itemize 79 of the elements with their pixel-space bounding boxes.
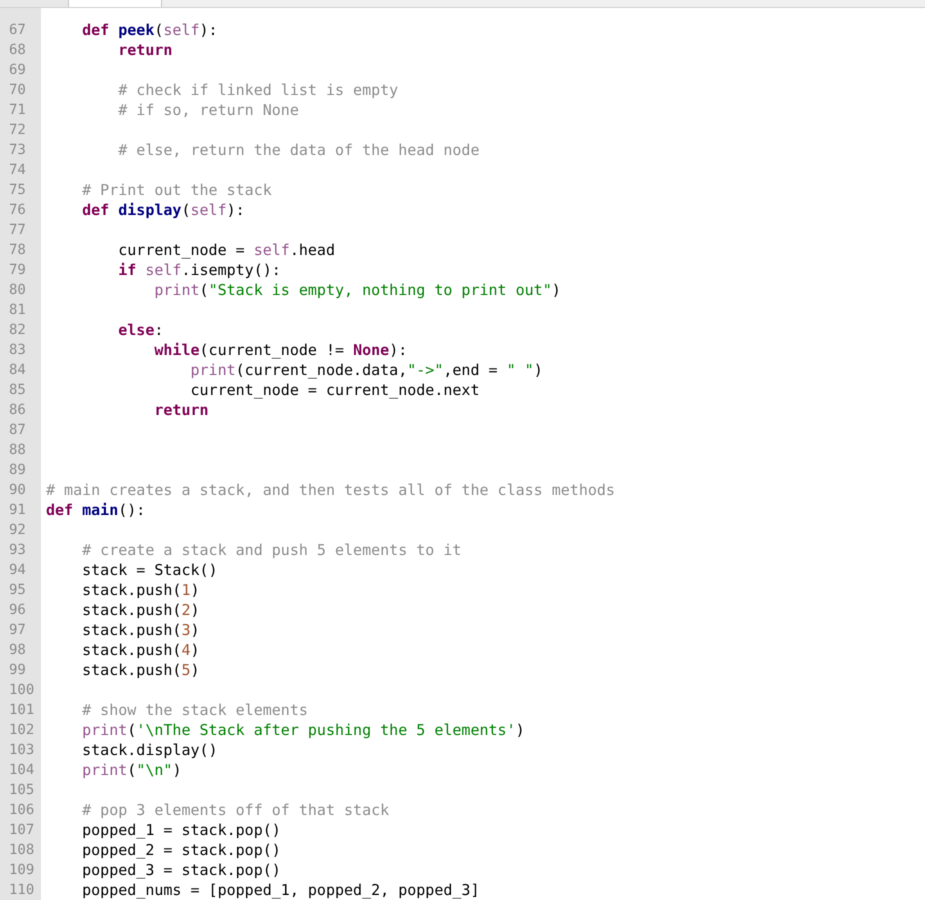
line-number: 88 bbox=[8, 441, 27, 460]
line-number: 70 bbox=[8, 81, 27, 100]
code-line: def peek(self): bbox=[81, 20, 218, 40]
line-number: 106 bbox=[8, 801, 36, 820]
code-line: stack.push(2) bbox=[81, 600, 200, 620]
line-number: 79 bbox=[8, 261, 27, 280]
line-number: 104 bbox=[8, 761, 36, 780]
code-line: # show the stack elements bbox=[81, 700, 308, 720]
code-line: current_node = current_node.next bbox=[189, 380, 480, 400]
tab[interactable] bbox=[68, 0, 162, 7]
code-line: def display(self): bbox=[81, 200, 245, 220]
tab[interactable] bbox=[0, 0, 68, 7]
line-number: 75 bbox=[8, 181, 27, 200]
line-number: 87 bbox=[8, 421, 27, 440]
line-number: 105 bbox=[8, 781, 36, 800]
code-line: print("\n") bbox=[81, 760, 182, 780]
line-number: 94 bbox=[8, 561, 27, 580]
line-number: 83 bbox=[8, 341, 27, 360]
line-number: 102 bbox=[8, 721, 36, 740]
line-number: 92 bbox=[8, 521, 27, 540]
line-number: 108 bbox=[8, 841, 36, 860]
line-number: 73 bbox=[8, 141, 27, 160]
code-line: print("Stack is empty, nothing to print out") bbox=[153, 280, 561, 300]
line-number: 96 bbox=[8, 601, 27, 620]
line-number: 98 bbox=[8, 641, 27, 660]
code-line: popped_nums = [popped_1, popped_2, popped_3] bbox=[81, 880, 480, 900]
line-number: 85 bbox=[8, 381, 27, 400]
code-line: # create a stack and push 5 elements to it bbox=[81, 540, 462, 560]
line-number: 72 bbox=[8, 121, 27, 140]
line-number: 82 bbox=[8, 321, 27, 340]
code-line: return bbox=[153, 400, 209, 420]
line-number: 90 bbox=[8, 481, 27, 500]
line-number: 89 bbox=[8, 461, 27, 480]
line-number: 100 bbox=[8, 681, 36, 700]
line-number: 101 bbox=[8, 701, 36, 720]
code-line: print(current_node.data,"->",end = " ") bbox=[189, 360, 543, 380]
code-line: current_node = self.head bbox=[117, 240, 335, 260]
code-line: while(current_node != None): bbox=[153, 340, 408, 360]
code-line: def main(): bbox=[46, 500, 146, 520]
line-number: 77 bbox=[8, 221, 27, 240]
code-line: else: bbox=[117, 320, 164, 340]
line-number: 109 bbox=[8, 861, 36, 880]
code-line: stack.display() bbox=[81, 740, 218, 760]
code-line: # if so, return None bbox=[117, 100, 299, 120]
line-number: 67 bbox=[8, 21, 27, 40]
line-number: 97 bbox=[8, 621, 27, 640]
line-number: 93 bbox=[8, 541, 27, 560]
line-number: 78 bbox=[8, 241, 27, 260]
code-line: # pop 3 elements off of that stack bbox=[81, 800, 390, 820]
line-number: 103 bbox=[8, 741, 36, 760]
line-number: 71 bbox=[8, 101, 27, 120]
line-number: 84 bbox=[8, 361, 27, 380]
code-line: popped_2 = stack.pop() bbox=[81, 840, 281, 860]
code-line: # else, return the data of the head node bbox=[117, 140, 480, 160]
code-line: # check if linked list is empty bbox=[117, 80, 398, 100]
code-line: stack = Stack() bbox=[81, 560, 218, 580]
code-line: # main creates a stack, and then tests all of the class methods bbox=[46, 480, 615, 500]
line-number: 99 bbox=[8, 661, 27, 680]
code-line: stack.push(5) bbox=[81, 660, 200, 680]
line-number: 74 bbox=[8, 161, 27, 180]
line-number: 68 bbox=[8, 41, 27, 60]
code-line: print('\nThe Stack after pushing the 5 elements') bbox=[81, 720, 525, 740]
code-line: stack.push(4) bbox=[81, 640, 200, 660]
code-line: # Print out the stack bbox=[81, 180, 272, 200]
line-number: 81 bbox=[8, 301, 27, 320]
code-line: if self.isempty(): bbox=[117, 260, 281, 280]
line-number: 107 bbox=[8, 821, 36, 840]
code-line: popped_3 = stack.pop() bbox=[81, 860, 281, 880]
line-number: 95 bbox=[8, 581, 27, 600]
code-line: return bbox=[117, 40, 172, 60]
code-line: stack.push(1) bbox=[81, 580, 200, 600]
code-line: popped_1 = stack.pop() bbox=[81, 820, 281, 840]
line-number: 86 bbox=[8, 401, 27, 420]
line-number: 91 bbox=[8, 501, 27, 520]
code-line: stack.push(3) bbox=[81, 620, 200, 640]
line-number: 110 bbox=[8, 881, 36, 900]
line-number: 76 bbox=[8, 201, 27, 220]
line-number: 69 bbox=[8, 61, 27, 80]
line-number: 80 bbox=[8, 281, 27, 300]
